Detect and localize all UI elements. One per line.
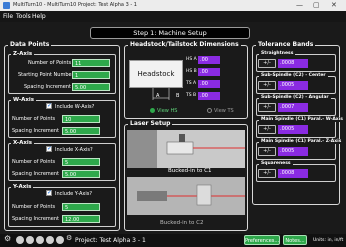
- tolerance-title: Tolerance Bands: [256, 41, 316, 48]
- view-ts-label: View TS: [214, 108, 234, 114]
- y-spacing-label: Spacing Increment: [12, 216, 59, 222]
- tol-sub-center-button[interactable]: +/-: [258, 81, 276, 90]
- laser-caption-c1: Bucked-in to C1: [168, 168, 212, 174]
- x-spacing-field[interactable]: 5.00: [62, 170, 100, 178]
- tol-main-z-field[interactable]: .0005: [278, 147, 308, 156]
- minimize-button[interactable]: —: [296, 1, 303, 9]
- laser-photo-c2: [127, 177, 245, 215]
- tol-sub-angular-button[interactable]: +/-: [258, 103, 276, 112]
- w-axis-title: W-Axis: [11, 97, 37, 103]
- tol-straightness-button[interactable]: +/-: [258, 59, 276, 68]
- y-num-points-label: Number of Points: [12, 204, 56, 210]
- units-label: Units: in, in/ft: [313, 238, 344, 243]
- y-num-points-field[interactable]: 5: [62, 203, 100, 211]
- tol-main-w-label: Main Spindle (C1) Paral.- W-Axis: [259, 117, 345, 122]
- tol-main-z-button[interactable]: +/-: [258, 147, 276, 156]
- tol-squareness-field[interactable]: .0008: [278, 169, 308, 178]
- tol-straightness-label: Straightness: [259, 51, 296, 56]
- data-points-title: Data Points: [8, 41, 52, 48]
- gear-icon[interactable]: ⚙: [4, 234, 12, 243]
- headstock-diagram: Headstock: [129, 60, 183, 88]
- tol-main-w-field[interactable]: .0005: [278, 125, 308, 134]
- x-axis-title: X-Axis: [11, 140, 35, 146]
- status-icon-3[interactable]: [36, 236, 44, 244]
- tol-main-z-label: Main Spindle (C1) Paral.- Z-Axis: [259, 139, 344, 144]
- laser-photo-c1-graphic: [127, 130, 245, 168]
- laser-photo-c2-graphic: [127, 177, 245, 215]
- laser-setup-title: Laser Setup: [128, 120, 173, 127]
- view-ts-radio[interactable]: [207, 108, 212, 113]
- tol-sub-angular-field[interactable]: .0007: [278, 103, 308, 112]
- tol-sub-angular-label: Sub-Spindle (C2) - Angular: [259, 95, 331, 100]
- y-axis-include-label: Include Y-Axis?: [55, 191, 92, 197]
- dim-letter-b: B: [176, 93, 180, 99]
- status-icon-5[interactable]: [56, 236, 64, 244]
- w-spacing-field[interactable]: 5.00: [62, 127, 100, 135]
- z-axis-title: Z-Axis: [11, 51, 35, 57]
- notes-button[interactable]: Notes...: [283, 235, 307, 245]
- w-axis-include-label: Include W-Axis?: [55, 104, 95, 110]
- step-title: Step 1: Machine Setup: [90, 27, 250, 39]
- headstock-title: Headstock/Tailstock Dimensions: [128, 41, 241, 48]
- y-axis-title: Y-Axis: [11, 184, 34, 190]
- window-title: MultiTurn10 - MultiTurn10 Project: Test …: [13, 2, 137, 8]
- view-hs-radio[interactable]: [150, 108, 155, 113]
- tol-squareness-label: Squareness: [259, 161, 293, 166]
- x-axis-include-label: Include X-Axis?: [55, 147, 93, 153]
- x-spacing-label: Spacing Increment: [12, 171, 59, 177]
- window-titlebar: MultiTurn10 - MultiTurn10 Project: Test …: [0, 0, 346, 11]
- tol-sub-center-label: Sub-Spindle (C2) - Center: [259, 73, 328, 78]
- dim-letter-a: A: [156, 93, 160, 99]
- y-axis-include-checkbox[interactable]: [46, 189, 52, 196]
- project-name: Project: Test Alpha 3 - 1: [75, 237, 146, 244]
- z-spacing-field[interactable]: 5.00: [72, 83, 110, 91]
- tol-squareness-button[interactable]: +/-: [258, 169, 276, 178]
- close-button[interactable]: ✕: [331, 1, 337, 9]
- laser-caption-c2: Bucked-in to C2: [160, 220, 204, 226]
- w-axis-include-checkbox[interactable]: [46, 102, 52, 109]
- menu-bar: File Tools Help: [0, 11, 346, 22]
- hs-b-field[interactable]: .00: [198, 68, 220, 76]
- ts-b-field[interactable]: .00: [198, 92, 220, 100]
- hs-b-label: HS B: [186, 69, 197, 74]
- tol-main-w-button[interactable]: +/-: [258, 125, 276, 134]
- settings-icon[interactable]: ⚙: [66, 234, 74, 242]
- menu-help[interactable]: Help: [32, 13, 46, 20]
- tol-straightness-field[interactable]: .0008: [278, 59, 308, 68]
- status-icon-2[interactable]: [26, 236, 34, 244]
- w-spacing-label: Spacing Increment: [12, 128, 59, 134]
- ts-a-label: TS A: [186, 81, 197, 86]
- laser-photo-c1: [127, 130, 245, 168]
- w-num-points-label: Number of Points: [12, 116, 56, 122]
- status-icon-4[interactable]: [46, 236, 54, 244]
- z-start-point-field[interactable]: 1: [72, 71, 110, 79]
- view-hs-label: View HS: [157, 108, 178, 114]
- ts-b-label: TS B: [186, 93, 197, 98]
- app-icon: [3, 2, 10, 9]
- w-num-points-field[interactable]: 10: [62, 115, 100, 123]
- hs-a-label: HS A: [186, 57, 197, 62]
- z-num-points-label: Number of Points: [28, 60, 72, 66]
- x-axis-include-checkbox[interactable]: [46, 145, 52, 152]
- z-num-points-field[interactable]: 11: [72, 59, 110, 67]
- z-start-point-label: Starting Point Number: [18, 72, 74, 78]
- hs-a-field[interactable]: .00: [198, 56, 220, 64]
- menu-file[interactable]: File: [3, 13, 13, 20]
- menu-tools[interactable]: Tools: [16, 13, 31, 20]
- y-spacing-field[interactable]: 12.00: [62, 215, 100, 223]
- ts-a-field[interactable]: .00: [198, 80, 220, 88]
- x-num-points-label: Number of Points: [12, 159, 56, 165]
- headstock-diagram-label: Headstock: [137, 70, 175, 78]
- z-spacing-label: Spacing Increment: [24, 84, 71, 90]
- tol-sub-center-field[interactable]: .0005: [278, 81, 308, 90]
- x-num-points-field[interactable]: 5: [62, 158, 100, 166]
- preferences-button[interactable]: Preferences...: [244, 235, 280, 245]
- maximize-button[interactable]: ▢: [313, 1, 320, 9]
- status-icon-1[interactable]: [16, 236, 24, 244]
